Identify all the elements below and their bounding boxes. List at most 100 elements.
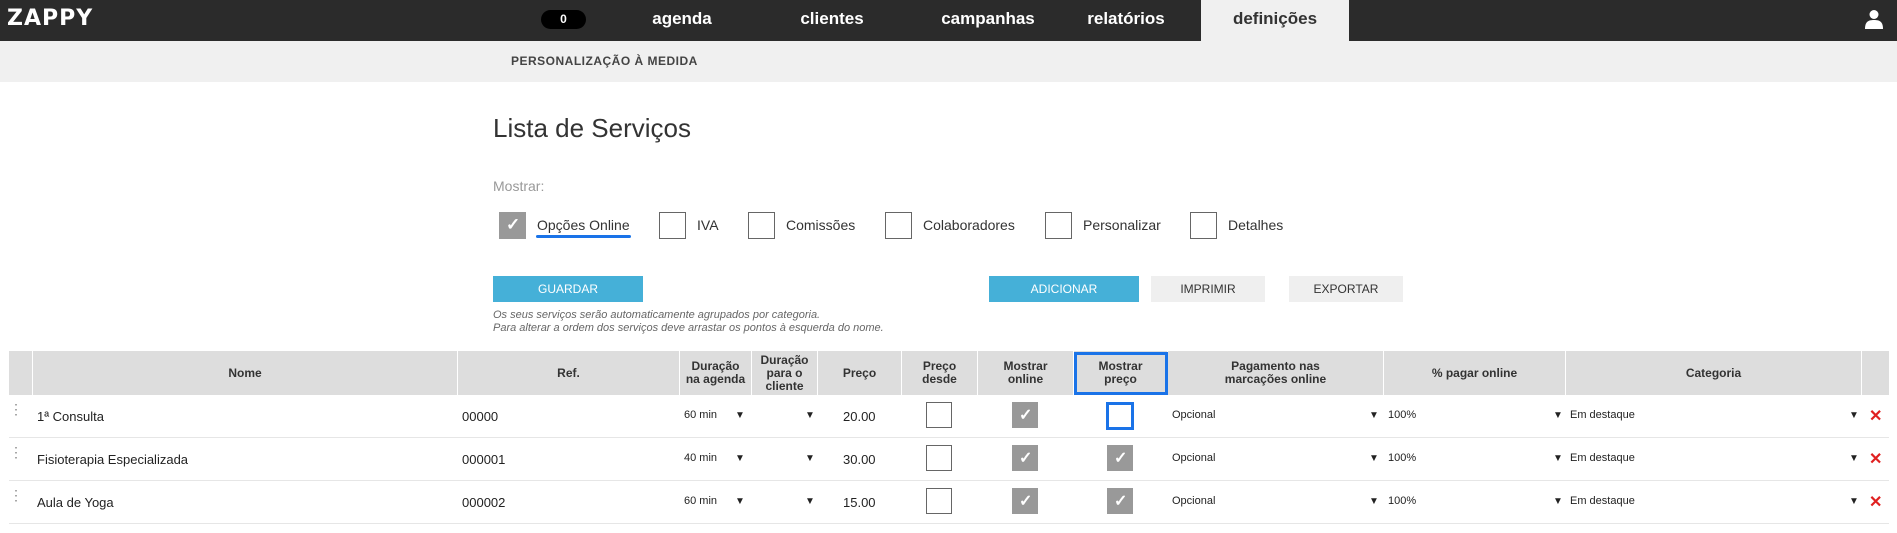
- hint-ordering: Para alterar a ordem dos serviços deve a…: [493, 322, 884, 334]
- chevron-down-icon[interactable]: ▼: [735, 453, 745, 464]
- checkbox-detalhes[interactable]: [1190, 211, 1217, 239]
- header-mostrar-online[interactable]: Mostrar online: [978, 351, 1074, 395]
- header-duracao-agenda[interactable]: Duração na agenda: [680, 351, 752, 395]
- checkbox-preco-desde[interactable]: [926, 402, 952, 428]
- header-drag: [9, 351, 33, 395]
- checkbox-preco-desde[interactable]: [926, 445, 952, 471]
- nav-definicoes[interactable]: definições: [1201, 0, 1349, 41]
- header-text: na agenda: [685, 372, 746, 386]
- chevron-down-icon[interactable]: ▼: [1553, 410, 1563, 421]
- header-pagar-online[interactable]: % pagar online: [1384, 351, 1566, 395]
- user-icon[interactable]: [1865, 9, 1883, 29]
- subnav-personalizacao[interactable]: PERSONALIZAÇÃO À MEDIDA: [511, 54, 698, 68]
- chevron-down-icon[interactable]: ▼: [805, 453, 815, 464]
- pay-online-select[interactable]: 100%: [1388, 409, 1416, 421]
- header-text: Duração: [691, 359, 740, 373]
- save-button[interactable]: GUARDAR: [493, 276, 643, 302]
- checkbox-mostrar-preco[interactable]: [1107, 488, 1133, 514]
- service-name[interactable]: Fisioterapia Especializada: [37, 452, 188, 467]
- service-ref[interactable]: 000001: [462, 452, 505, 467]
- drag-handle-icon[interactable]: ⋮: [9, 445, 23, 459]
- show-label: Mostrar:: [493, 178, 545, 194]
- header-text: desde: [922, 372, 957, 386]
- chevron-down-icon[interactable]: ▼: [1849, 453, 1859, 464]
- category-select[interactable]: Em destaque: [1570, 452, 1635, 464]
- duration-select[interactable]: 60 min: [684, 495, 717, 507]
- app-logo[interactable]: ZAPPY: [7, 6, 93, 31]
- notification-counter[interactable]: 0: [541, 10, 586, 29]
- header-pagamento[interactable]: Pagamento nas marcações online: [1168, 351, 1384, 395]
- chevron-down-icon[interactable]: ▼: [735, 496, 745, 507]
- header-text: cliente: [765, 378, 804, 393]
- option-personalizar[interactable]: Personalizar: [1045, 211, 1161, 239]
- page-title: Lista de Serviços: [493, 113, 691, 143]
- header-text: marcações online: [1224, 372, 1327, 386]
- header-categoria[interactable]: Categoria: [1566, 351, 1862, 395]
- header-text: Pagamento nas: [1231, 359, 1320, 373]
- nav-relatorios[interactable]: relatórios: [1064, 0, 1188, 41]
- chevron-down-icon[interactable]: ▼: [805, 410, 815, 421]
- pay-online-select[interactable]: 100%: [1388, 495, 1416, 507]
- chevron-down-icon[interactable]: ▼: [1553, 453, 1563, 464]
- chevron-down-icon[interactable]: ▼: [1849, 410, 1859, 421]
- service-name[interactable]: Aula de Yoga: [37, 495, 114, 510]
- option-colaboradores[interactable]: Colaboradores: [885, 211, 1015, 239]
- service-price[interactable]: 20.00: [843, 409, 876, 424]
- duration-select[interactable]: 40 min: [684, 452, 717, 464]
- payment-select[interactable]: Opcional: [1172, 495, 1215, 507]
- option-label: Detalhes: [1228, 217, 1284, 233]
- drag-handle-icon[interactable]: ⋮: [9, 402, 23, 416]
- checkbox-mostrar-online[interactable]: [1012, 488, 1038, 514]
- header-nome[interactable]: Nome: [33, 351, 458, 395]
- delete-icon[interactable]: ✕: [1869, 406, 1882, 426]
- service-ref[interactable]: 00000: [462, 409, 498, 424]
- header-duracao-cliente[interactable]: Duração para o cliente: [752, 351, 818, 395]
- service-price[interactable]: 30.00: [843, 452, 876, 467]
- add-button[interactable]: ADICIONAR: [989, 276, 1139, 302]
- checkbox-mostrar-preco[interactable]: [1107, 445, 1133, 471]
- category-select[interactable]: Em destaque: [1570, 409, 1635, 421]
- payment-select[interactable]: Opcional: [1172, 452, 1215, 464]
- checkbox-mostrar-online[interactable]: [1012, 445, 1038, 471]
- export-button[interactable]: EXPORTAR: [1289, 276, 1403, 302]
- option-detalhes[interactable]: Detalhes: [1190, 211, 1283, 239]
- payment-select[interactable]: Opcional: [1172, 409, 1215, 421]
- checkbox-personalizar[interactable]: [1045, 211, 1072, 239]
- option-comissoes[interactable]: Comissões: [748, 211, 855, 239]
- chevron-down-icon[interactable]: ▼: [735, 410, 745, 421]
- checkbox-opcoes-online[interactable]: [499, 211, 526, 239]
- header-ref[interactable]: Ref.: [458, 351, 680, 395]
- category-select[interactable]: Em destaque: [1570, 495, 1635, 507]
- nav-campanhas[interactable]: campanhas: [918, 0, 1058, 41]
- chevron-down-icon[interactable]: ▼: [1369, 453, 1379, 464]
- duration-select[interactable]: 60 min: [684, 409, 717, 421]
- checkbox-mostrar-online[interactable]: [1012, 402, 1038, 428]
- drag-handle-icon[interactable]: ⋮: [9, 488, 23, 502]
- header-preco-desde[interactable]: Preço desde: [902, 351, 978, 395]
- chevron-down-icon[interactable]: ▼: [1553, 496, 1563, 507]
- option-iva[interactable]: IVA: [659, 211, 719, 239]
- chevron-down-icon[interactable]: ▼: [805, 496, 815, 507]
- checkbox-comissoes[interactable]: [748, 211, 775, 239]
- checkbox-mostrar-preco[interactable]: [1106, 402, 1134, 430]
- option-label: Colaboradores: [923, 217, 1015, 233]
- service-ref[interactable]: 000002: [462, 495, 505, 510]
- chevron-down-icon[interactable]: ▼: [1849, 496, 1859, 507]
- service-price[interactable]: 15.00: [843, 495, 876, 510]
- header-preco[interactable]: Preço: [818, 351, 902, 395]
- chevron-down-icon[interactable]: ▼: [1369, 496, 1379, 507]
- chevron-down-icon[interactable]: ▼: [1369, 410, 1379, 421]
- nav-agenda[interactable]: agenda: [620, 0, 744, 41]
- nav-clientes[interactable]: clientes: [770, 0, 894, 41]
- pay-online-select[interactable]: 100%: [1388, 452, 1416, 464]
- header-text: Preço: [922, 359, 957, 373]
- checkbox-preco-desde[interactable]: [926, 488, 952, 514]
- header-actions: [1862, 351, 1889, 395]
- service-name[interactable]: 1ª Consulta: [37, 409, 104, 424]
- delete-icon[interactable]: ✕: [1869, 492, 1882, 512]
- checkbox-iva[interactable]: [659, 211, 686, 239]
- delete-icon[interactable]: ✕: [1869, 449, 1882, 469]
- focus-highlight: [1074, 352, 1168, 395]
- print-button[interactable]: IMPRIMIR: [1151, 276, 1265, 302]
- checkbox-colaboradores[interactable]: [885, 211, 912, 239]
